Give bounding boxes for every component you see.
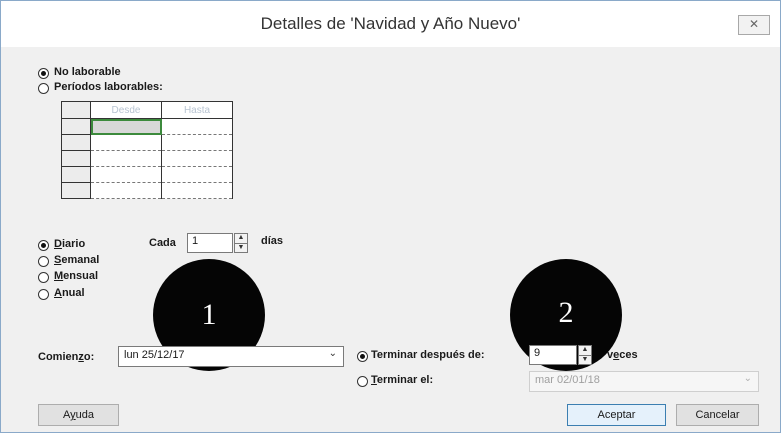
veces-input[interactable]: 9 [529,345,577,365]
close-button[interactable]: ✕ [738,15,770,35]
mensual-label: Mensual [54,270,99,282]
diario-label-rest: iario [61,238,86,250]
grid-cell-desde[interactable] [90,150,162,167]
grid-header-desde: Desde [90,101,162,119]
spin-up-icon[interactable]: ▲ [235,234,247,244]
terminar-despues-radio[interactable] [357,351,368,362]
grid-cell-hasta[interactable] [161,134,233,151]
no-laborable-label: No laborable [54,66,121,78]
grid-cell-hasta[interactable] [161,166,233,183]
grid-row [61,182,233,199]
semanal-label: Semanal [54,254,100,266]
grid-cell-desde[interactable] [90,134,162,151]
anual-label: Anual [54,287,85,299]
mensual-radio[interactable] [38,272,49,283]
grid-row [61,134,233,151]
grid-corner [61,101,91,119]
grid-row [61,118,233,135]
cada-input[interactable]: 1 [187,233,233,253]
grid-row-header[interactable] [61,150,91,167]
grid-cell-desde[interactable] [90,118,162,135]
terminar-el-value: mar 02/01/18 [535,374,600,386]
grid-cell-hasta[interactable] [161,182,233,199]
anual-radio[interactable] [38,289,49,300]
semanal-radio[interactable] [38,256,49,267]
spin-down-icon[interactable]: ▼ [579,356,591,365]
comienzo-combo[interactable]: lun 25/12/17 ⌄ [118,346,344,367]
terminar-el-combo[interactable]: mar 02/01/18 ⌄ [529,371,759,392]
spin-up-icon[interactable]: ▲ [579,346,591,356]
close-icon: ✕ [748,17,760,31]
spin-down-icon[interactable]: ▼ [235,244,247,253]
terminar-el-label: Terminar el: [371,374,434,386]
grid-cell-desde[interactable] [90,166,162,183]
no-laborable-radio[interactable] [38,68,49,79]
terminar-despues-label: Terminar después de: [371,349,485,361]
grid-row [61,150,233,167]
aceptar-button[interactable]: Aceptar [567,404,666,426]
title-bar: Detalles de 'Navidad y Año Nuevo' ✕ [1,1,780,47]
periodos-laborables-radio[interactable] [38,83,49,94]
working-periods-grid: Desde Hasta [61,101,233,199]
grid-header-hasta: Hasta [161,101,233,119]
veces-spinner[interactable]: ▲ ▼ [578,345,592,365]
periodos-laborables-label: Períodos laborables: [54,81,163,93]
chevron-down-icon[interactable]: ⌄ [744,373,752,384]
grid-row [61,166,233,183]
dias-label: días [261,235,284,247]
cancelar-button[interactable]: Cancelar [676,404,759,426]
dialog-title: Detalles de 'Navidad y Año Nuevo' [260,14,521,33]
grid-cell-desde[interactable] [90,182,162,199]
grid-cell-hasta[interactable] [161,150,233,167]
comienzo-value: lun 25/12/17 [124,349,185,361]
diario-radio[interactable] [38,240,49,251]
details-dialog: Detalles de 'Navidad y Año Nuevo' ✕ No l… [0,0,781,433]
grid-cell-hasta[interactable] [161,118,233,135]
grid-row-header[interactable] [61,182,91,199]
grid-row-header[interactable] [61,134,91,151]
cada-spinner[interactable]: ▲ ▼ [234,233,248,253]
comienzo-label: Comienzo: [38,351,95,363]
ayuda-button[interactable]: Ayuda [38,404,119,426]
grid-row-header[interactable] [61,166,91,183]
chevron-down-icon[interactable]: ⌄ [329,348,337,359]
terminar-el-radio[interactable] [357,376,368,387]
diario-label: Diario [54,238,86,250]
grid-row-header[interactable] [61,118,91,135]
veces-label: veces [607,349,638,361]
cada-label: Cada [149,237,176,249]
